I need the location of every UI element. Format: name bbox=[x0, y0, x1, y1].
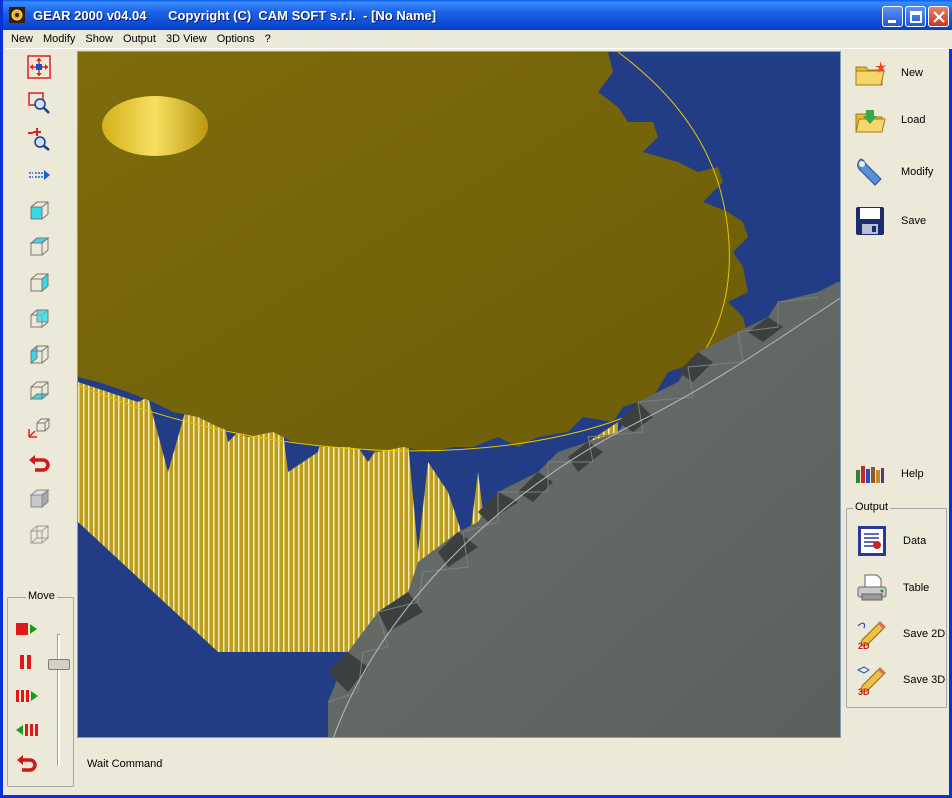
data-document-icon bbox=[855, 524, 889, 558]
table-label: Table bbox=[903, 582, 930, 594]
help-label: Help bbox=[901, 468, 924, 480]
menu-options[interactable]: Options bbox=[212, 30, 260, 49]
load-label: Load bbox=[901, 114, 926, 126]
view-toolbar bbox=[6, 50, 74, 595]
gear-render bbox=[78, 52, 840, 737]
move-view-icon[interactable] bbox=[26, 54, 52, 80]
zoom-in-out-icon[interactable] bbox=[26, 126, 52, 152]
view-left-icon[interactable] bbox=[26, 342, 52, 368]
help-books-icon bbox=[853, 457, 887, 491]
menu-3d-view[interactable]: 3D View bbox=[161, 30, 212, 49]
modify-label: Modify bbox=[901, 166, 934, 178]
app-gear-icon[interactable] bbox=[9, 7, 25, 23]
return-icon[interactable] bbox=[14, 753, 40, 775]
play-forward-icon[interactable] bbox=[14, 685, 40, 707]
move-panel-title: Move bbox=[26, 590, 57, 602]
load-folder-icon bbox=[853, 103, 887, 137]
3d-viewport[interactable] bbox=[77, 51, 841, 738]
record-play-icon[interactable] bbox=[14, 618, 40, 640]
svg-text:3D: 3D bbox=[858, 687, 870, 696]
save-3d-pencil-icon: 3D bbox=[855, 663, 889, 697]
window-title: GEAR 2000 v04.04 Copyright (C) CAM SOFT … bbox=[33, 8, 437, 23]
menu-help[interactable]: ? bbox=[260, 30, 276, 49]
menu-output[interactable]: Output bbox=[118, 30, 161, 49]
new-button[interactable]: New bbox=[853, 53, 949, 93]
output-panel: Output Data Table 2D Save 2D 3D Save 3D bbox=[846, 501, 947, 708]
printer-icon bbox=[855, 571, 889, 605]
pause-icon[interactable] bbox=[14, 651, 40, 673]
save-3d-button[interactable]: 3D Save 3D bbox=[855, 661, 947, 699]
save-2d-button[interactable]: 2D Save 2D bbox=[855, 615, 947, 653]
data-button[interactable]: Data bbox=[855, 522, 947, 560]
speed-slider-track[interactable] bbox=[57, 634, 60, 766]
help-button[interactable]: Help bbox=[853, 454, 949, 494]
view-iso-icon[interactable] bbox=[26, 306, 52, 332]
pan-arrow-icon[interactable] bbox=[26, 162, 52, 188]
new-folder-icon bbox=[853, 56, 887, 90]
minimize-button[interactable] bbox=[882, 6, 903, 27]
modify-button[interactable]: Modify bbox=[853, 152, 949, 192]
menu-bar: New Modify Show Output 3D View Options ? bbox=[6, 30, 952, 49]
view-front-icon[interactable] bbox=[26, 198, 52, 224]
save-2d-label: Save 2D bbox=[903, 628, 946, 640]
view-top-icon[interactable] bbox=[26, 234, 52, 260]
zoom-window-icon[interactable] bbox=[26, 90, 52, 116]
menu-show[interactable]: Show bbox=[80, 30, 118, 49]
save-3d-label: Save 3D bbox=[903, 674, 946, 686]
load-button[interactable]: Load bbox=[853, 100, 949, 140]
undo-view-icon[interactable] bbox=[26, 450, 52, 476]
menu-modify[interactable]: Modify bbox=[38, 30, 80, 49]
view-axes-icon[interactable] bbox=[26, 414, 52, 440]
speed-slider-thumb[interactable] bbox=[48, 659, 70, 670]
menu-new[interactable]: New bbox=[6, 30, 38, 49]
data-label: Data bbox=[903, 535, 927, 547]
output-panel-title: Output bbox=[853, 501, 891, 513]
play-backward-icon[interactable] bbox=[14, 719, 40, 741]
solid-cube-icon[interactable] bbox=[26, 486, 52, 512]
maximize-button[interactable] bbox=[905, 6, 926, 27]
floppy-disk-icon bbox=[853, 204, 887, 238]
wireframe-cube-icon[interactable] bbox=[26, 522, 52, 548]
bore-hole bbox=[102, 96, 208, 156]
view-bottom-icon[interactable] bbox=[26, 378, 52, 404]
new-label: New bbox=[901, 67, 924, 79]
save-label: Save bbox=[901, 215, 927, 227]
save-2d-pencil-icon: 2D bbox=[855, 617, 889, 651]
app-window: GEAR 2000 v04.04 Copyright (C) CAM SOFT … bbox=[0, 0, 952, 798]
status-text: Wait Command bbox=[87, 758, 163, 770]
view-right-icon[interactable] bbox=[26, 270, 52, 296]
wrench-icon bbox=[853, 155, 887, 189]
svg-text:2D: 2D bbox=[858, 641, 870, 650]
title-bar[interactable]: GEAR 2000 v04.04 Copyright (C) CAM SOFT … bbox=[3, 0, 952, 30]
save-button[interactable]: Save bbox=[853, 201, 949, 241]
table-button[interactable]: Table bbox=[855, 569, 947, 607]
close-button[interactable] bbox=[928, 6, 949, 27]
move-panel: Move bbox=[7, 590, 74, 787]
